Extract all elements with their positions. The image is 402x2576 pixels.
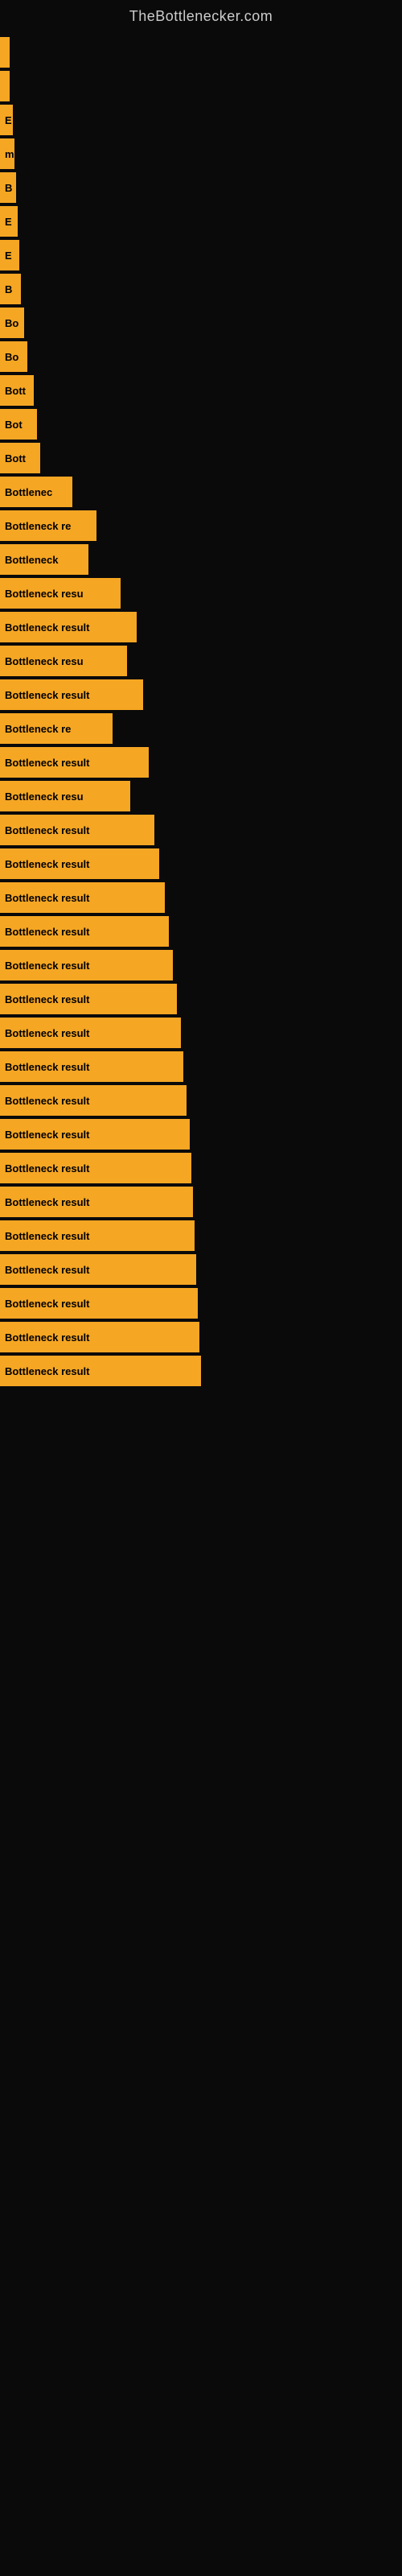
bar-row: Bottleneck result xyxy=(0,1119,402,1150)
bar-row: Bo xyxy=(0,308,402,338)
bar-row xyxy=(0,37,402,68)
bar-label: B xyxy=(0,172,16,203)
bar-label: Bottleneck result xyxy=(0,1153,191,1183)
bar-label: Bottleneck result xyxy=(0,916,169,947)
bar-label: E xyxy=(0,240,19,270)
bar-row: B xyxy=(0,274,402,304)
bar-label xyxy=(0,71,10,101)
bar-row: Bottleneck result xyxy=(0,1018,402,1048)
bar-label: Bottleneck resu xyxy=(0,646,127,676)
bar-label: Bottleneck result xyxy=(0,1356,201,1386)
bar-row: E xyxy=(0,240,402,270)
bar-label: Bottleneck xyxy=(0,544,88,575)
bar-row: B xyxy=(0,172,402,203)
bar-label: Bottleneck result xyxy=(0,1187,193,1217)
bar-label: Bottlenec xyxy=(0,477,72,507)
bar-row: Bottleneck result xyxy=(0,1356,402,1386)
bar-label: Bottleneck result xyxy=(0,1119,190,1150)
bar-label: B xyxy=(0,274,21,304)
bar-label: Bottleneck result xyxy=(0,747,149,778)
bar-row xyxy=(0,71,402,101)
bar-label: m xyxy=(0,138,14,169)
bar-label: Bottleneck resu xyxy=(0,781,130,811)
bar-label: Bott xyxy=(0,375,34,406)
bar-row: Bottleneck result xyxy=(0,1322,402,1352)
bar-row: Bottleneck result xyxy=(0,815,402,845)
bar-row: Bottleneck result xyxy=(0,848,402,879)
bar-label: Bottleneck result xyxy=(0,1254,196,1285)
bar-row: Bottleneck xyxy=(0,544,402,575)
bar-label: Bottleneck result xyxy=(0,1085,187,1116)
bar-label: Bottleneck result xyxy=(0,612,137,642)
bar-label: Bottleneck re xyxy=(0,510,96,541)
bar-row: Bottleneck result xyxy=(0,1220,402,1251)
bar-row: m xyxy=(0,138,402,169)
bar-row: Bott xyxy=(0,375,402,406)
bar-row: Bottleneck result xyxy=(0,950,402,980)
bar-label: Bottleneck result xyxy=(0,1018,181,1048)
bar-row: Bottleneck result xyxy=(0,1085,402,1116)
bar-row: Bottleneck resu xyxy=(0,646,402,676)
bar-row: Bottleneck resu xyxy=(0,781,402,811)
bar-label: Bo xyxy=(0,308,24,338)
bar-row: Bottleneck result xyxy=(0,747,402,778)
bar-label: Bottleneck result xyxy=(0,848,159,879)
bar-label: Bottleneck result xyxy=(0,984,177,1014)
bar-row: Bottlenec xyxy=(0,477,402,507)
bar-row: Bottleneck result xyxy=(0,1254,402,1285)
bar-label: Bot xyxy=(0,409,37,440)
bar-row: Bo xyxy=(0,341,402,372)
bar-row: Bott xyxy=(0,443,402,473)
bar-label: Bo xyxy=(0,341,27,372)
bar-label: Bottleneck result xyxy=(0,882,165,913)
bar-row: Bottleneck result xyxy=(0,984,402,1014)
bar-label xyxy=(0,37,10,68)
bar-label: Bottleneck result xyxy=(0,1288,198,1319)
bars-container: EmBEEBBoBoBottBotBottBottlenecBottleneck… xyxy=(0,29,402,1397)
bar-row: Bottleneck result xyxy=(0,916,402,947)
bar-label: Bottleneck result xyxy=(0,679,143,710)
bar-label: Bottleneck result xyxy=(0,1051,183,1082)
bar-row: Bot xyxy=(0,409,402,440)
bar-label: Bott xyxy=(0,443,40,473)
bar-row: E xyxy=(0,206,402,237)
bar-label: E xyxy=(0,206,18,237)
bar-row: Bottleneck result xyxy=(0,1288,402,1319)
bar-label: Bottleneck re xyxy=(0,713,113,744)
bar-row: Bottleneck result xyxy=(0,1187,402,1217)
bar-label: Bottleneck result xyxy=(0,950,173,980)
bar-label: Bottleneck resu xyxy=(0,578,121,609)
site-title: TheBottlenecker.com xyxy=(0,0,402,29)
bar-row: Bottleneck resu xyxy=(0,578,402,609)
bar-row: Bottleneck result xyxy=(0,882,402,913)
bar-label: Bottleneck result xyxy=(0,1220,195,1251)
bar-row: Bottleneck result xyxy=(0,1051,402,1082)
bar-label: Bottleneck result xyxy=(0,1322,199,1352)
bar-label: E xyxy=(0,105,13,135)
bar-row: Bottleneck re xyxy=(0,510,402,541)
bar-row: Bottleneck result xyxy=(0,1153,402,1183)
bar-row: Bottleneck result xyxy=(0,612,402,642)
bar-row: Bottleneck result xyxy=(0,679,402,710)
bar-row: Bottleneck re xyxy=(0,713,402,744)
bar-row: E xyxy=(0,105,402,135)
bar-label: Bottleneck result xyxy=(0,815,154,845)
